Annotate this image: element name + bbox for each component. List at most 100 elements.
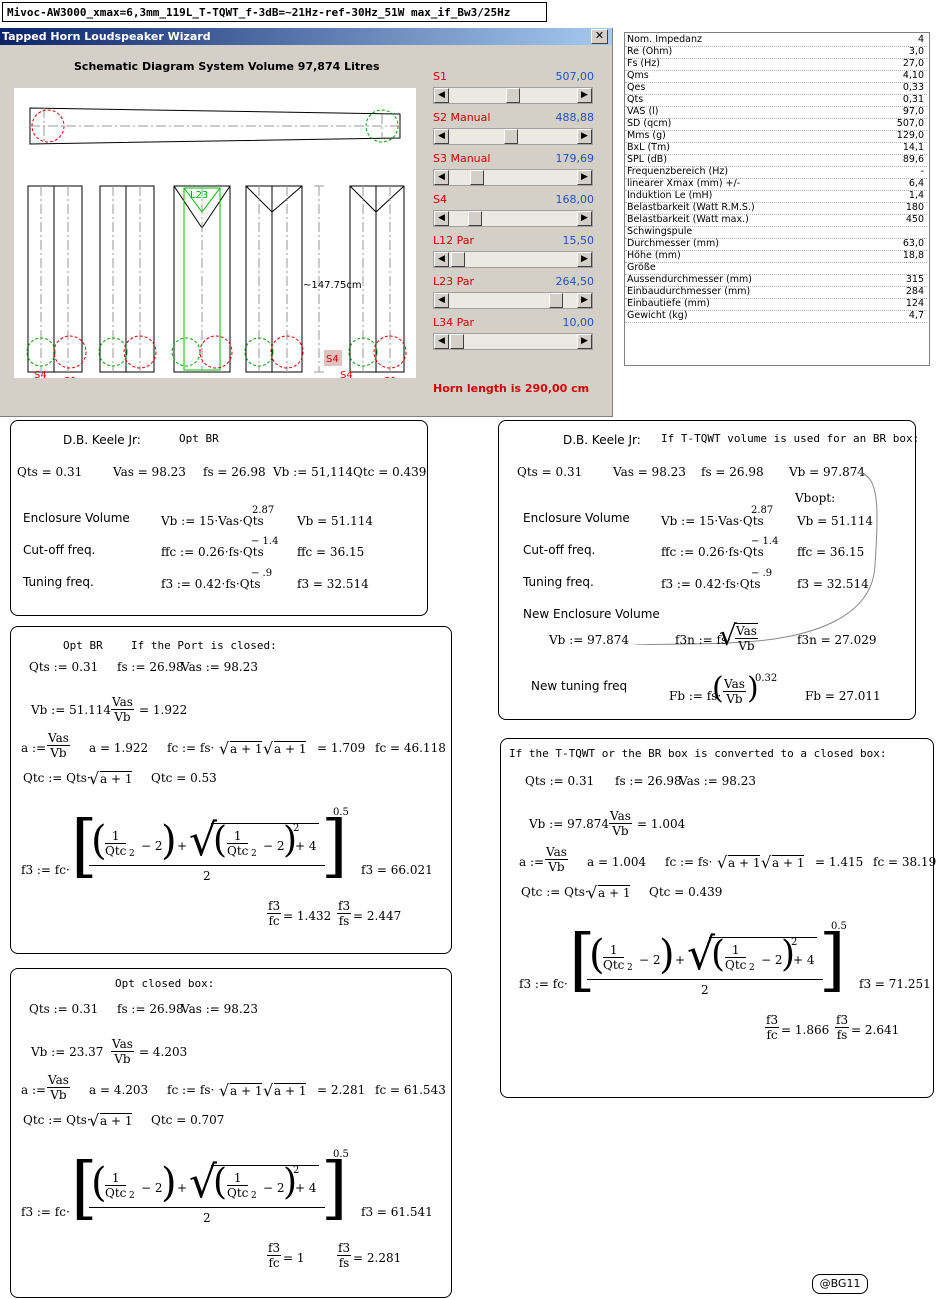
p4-a-fraction: Vas Vb (545, 845, 568, 874)
p4-ratio-result: = 1.004 (637, 817, 686, 831)
slider-scrollbar[interactable]: ◀ ▶ (433, 251, 593, 268)
slider-scrollbar[interactable]: ◀ ▶ (433, 128, 593, 145)
p3-f3-result: f3 = 66.021 (361, 863, 433, 877)
p3-paren1-close: ) (161, 818, 177, 864)
p4-main-fraction-bar (587, 979, 823, 980)
slider-thumb[interactable] (468, 211, 483, 226)
dimension-label: ~147.75cm (303, 280, 362, 291)
p4-f3-fc: f3 fc (765, 1013, 780, 1042)
title-field[interactable]: Mivoc-AW3000_xmax=6,3mm_119L_T-TQWT_f-3d… (2, 2, 547, 22)
p4-f3-fc-result: = 1.866 (781, 1023, 830, 1037)
scroll-left-icon[interactable]: ◀ (434, 252, 449, 267)
p5-a-result: a = 4.203 (89, 1083, 149, 1097)
slider-thumb[interactable] (451, 252, 466, 267)
close-button[interactable]: ✕ (591, 29, 608, 44)
scroll-right-icon[interactable]: ▶ (577, 252, 592, 267)
p5-bigroot-bar (211, 1165, 319, 1166)
p5-qtc-formula: Qtc := Qts· (23, 1113, 91, 1127)
scroll-right-icon[interactable]: ▶ (577, 334, 592, 349)
slider-thumb[interactable] (450, 334, 465, 349)
param-value: 27,0 (902, 58, 924, 69)
slider-label: S2 Manual (433, 111, 491, 124)
scroll-right-icon[interactable]: ▶ (577, 211, 592, 226)
p2-qts: Qts = 0.31 (517, 465, 583, 479)
p4-sq1: 2 (627, 963, 633, 973)
p3-a-fraction: Vas Vb (47, 731, 70, 760)
slider-scrollbar[interactable]: ◀ ▶ (433, 169, 593, 186)
p2-tf-label: Tuning freq. (523, 575, 594, 589)
p5-a-assign: a := (21, 1083, 47, 1097)
slider-label: L23 Par (433, 275, 475, 288)
slider-thumb[interactable] (506, 88, 520, 103)
slider-scrollbar[interactable]: ◀ ▶ (433, 333, 593, 350)
p3-sq3: 2 (293, 823, 300, 834)
p2-nev-label: New Enclosure Volume (523, 607, 660, 621)
slider-thumb[interactable] (549, 293, 564, 308)
p1-tf-label: Tuning freq. (23, 575, 94, 589)
p5-ratio: Vas Vb (111, 1037, 134, 1066)
p2-heading: D.B. Keele Jr: (563, 433, 641, 447)
scroll-right-icon[interactable]: ▶ (577, 293, 592, 308)
panel-converted-closed-box: If the T-TQWT or the BR box is converted… (500, 738, 936, 1098)
slider-thumb[interactable] (469, 170, 484, 185)
param-label: Durchmesser (mm) (627, 238, 719, 249)
p5-qtc-root-arg: a + 1 (100, 1113, 133, 1128)
p5-main-fraction-bar (89, 1207, 325, 1208)
p3-f3-fs: f3 fs (337, 899, 352, 928)
folded-columns (26, 185, 407, 373)
param-value: 180 (905, 202, 924, 213)
p5-vb: Vb := 23.37 (31, 1045, 104, 1059)
slider-scrollbar[interactable]: ◀ ▶ (433, 87, 593, 104)
param-value: 89,6 (902, 154, 924, 165)
scroll-left-icon[interactable]: ◀ (434, 293, 449, 308)
p3-fc-formula: fc := fs· (167, 741, 215, 755)
p3-f3-fs-result: = 2.447 (353, 909, 402, 923)
scroll-left-icon[interactable]: ◀ (434, 170, 449, 185)
p3-root-result: = 1.709 (317, 741, 366, 755)
p4-a-assign: a := (519, 855, 545, 869)
p4-inv-qtc: 1 Qtc (603, 943, 625, 972)
p4-calc: Vb := 97.874 Vas Vb = 1.004 a := Vas Vb a = 1.0… (501, 739, 936, 1097)
param-value: 63,0 (902, 238, 924, 249)
p3-qtc-root: √ (89, 769, 100, 788)
scroll-left-icon[interactable]: ◀ (434, 88, 449, 103)
slider-scrollbar[interactable]: ◀ ▶ (433, 210, 593, 227)
slider-value: 507,00 (555, 70, 595, 83)
p5-root-result: = 2.281 (317, 1083, 366, 1097)
param-value: 6,4 (908, 178, 924, 189)
p1-ev-exp: 2.87 (252, 505, 275, 516)
slider-thumb[interactable] (503, 129, 518, 144)
p4-inv-qtc2: 1 Qtc (725, 943, 747, 972)
scroll-right-icon[interactable]: ▶ (577, 170, 592, 185)
p5-fc-formula: fc := fs· (167, 1083, 215, 1097)
p4-denominator: 2 (701, 983, 709, 997)
wizard-window: Tapped Horn Loudspeaker Wizard ✕ Schemat… (0, 28, 613, 417)
slider-value: 10,00 (562, 316, 595, 329)
label-s1-left: S1 (64, 376, 77, 378)
p4-plus4: + 4 (793, 953, 815, 967)
p5-inv-qtc2: 1 Qtc (227, 1171, 249, 1200)
p1-tf-formula: f3 := 0.42·fs·Qts (161, 577, 261, 591)
slider-label: L34 Par (433, 316, 475, 329)
param-label: Re (Ohm) (627, 46, 673, 57)
p5-root: √ (219, 1081, 230, 1100)
p2-f3n-result: f3n = 27.029 (797, 633, 877, 647)
p5-sq1: 2 (129, 1191, 135, 1201)
p2-ntf-label: New tuning freq (531, 679, 628, 693)
p1-fs: fs = 26.98 (203, 465, 266, 479)
scroll-right-icon[interactable]: ▶ (577, 129, 592, 144)
param-label: Belastbarkeit (Watt R.M.S.) (627, 202, 755, 213)
p2-f3n-fraction: Vas Vb (735, 623, 758, 653)
p2-fb-fraction: Vas Vb (723, 677, 746, 706)
scroll-left-icon[interactable]: ◀ (434, 129, 449, 144)
p1-ev-result: Vb = 51.114 (297, 514, 374, 528)
slider-scrollbar[interactable]: ◀ ▶ (433, 292, 593, 309)
p5-a-fraction: Vas Vb (47, 1073, 70, 1102)
author-badge: @BG11 (812, 1274, 868, 1294)
scroll-left-icon[interactable]: ◀ (434, 334, 449, 349)
p5-root-arg: a + 1 (230, 1083, 263, 1098)
slider-value: 168,00 (555, 193, 595, 206)
scroll-left-icon[interactable]: ◀ (434, 211, 449, 226)
scroll-right-icon[interactable]: ▶ (577, 88, 592, 103)
p3-sq2: 2 (251, 849, 257, 859)
